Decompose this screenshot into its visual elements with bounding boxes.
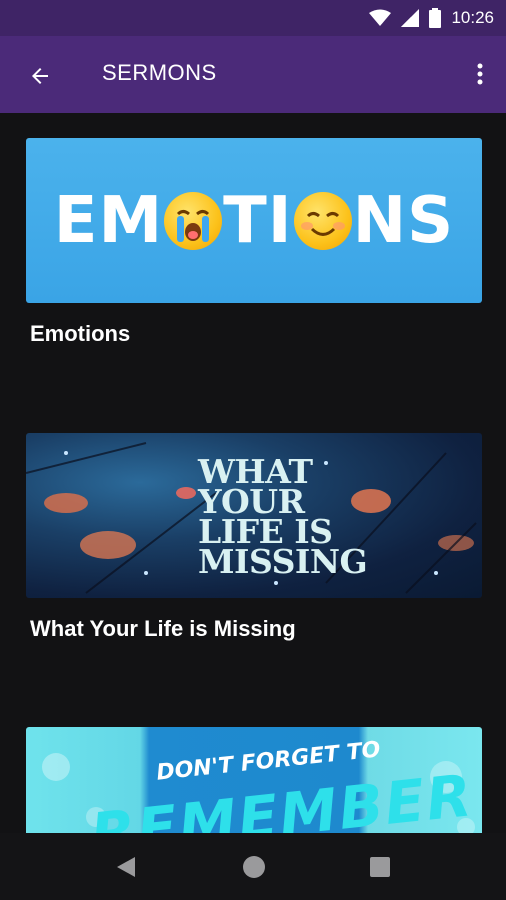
- more-options-button[interactable]: [468, 56, 492, 92]
- page-title: SERMONS: [102, 60, 217, 85]
- banner-text-part: NS: [352, 183, 455, 258]
- nav-recents-button[interactable]: [366, 853, 394, 881]
- signal-icon: [401, 9, 420, 27]
- sermon-title: Emotions: [30, 321, 131, 346]
- back-button[interactable]: [20, 58, 60, 94]
- system-nav-bar: [0, 833, 506, 900]
- sermon-list: EM TI NS Emotions WHAT YOUR LIFE IS MISS…: [0, 113, 506, 833]
- more-vert-icon: [477, 62, 483, 86]
- smiling-face-icon: [293, 191, 352, 250]
- missing-banner-text: WHAT YOUR LIFE IS MISSING: [198, 455, 368, 581]
- crying-face-icon: [164, 191, 223, 250]
- status-icons: 10:26: [369, 0, 494, 36]
- emotions-banner-art: EM TI NS: [54, 184, 455, 258]
- sermon-banner-missing: WHAT YOUR LIFE IS MISSING: [26, 433, 482, 598]
- sermon-banner-remember: DON'T FORGET TO REMEMBER: [26, 727, 482, 833]
- square-recents-icon: [369, 856, 391, 878]
- sermon-card-what-your-life-is-missing[interactable]: WHAT YOUR LIFE IS MISSING What Your Life…: [26, 433, 482, 642]
- nav-back-button[interactable]: [112, 853, 140, 881]
- triangle-back-icon: [115, 855, 137, 879]
- nav-home-button[interactable]: [240, 853, 268, 881]
- status-bar: 10:26: [0, 0, 506, 36]
- banner-line: MISSING: [198, 542, 368, 581]
- wifi-icon: [369, 9, 392, 27]
- banner-text-part: TI: [223, 183, 293, 258]
- banner-text-part: EM: [53, 183, 164, 258]
- app-bar: SERMONS: [0, 36, 506, 113]
- sermon-card-emotions[interactable]: EM TI NS Emotions: [26, 138, 482, 347]
- circle-home-icon: [242, 855, 266, 879]
- sermon-card-dont-forget-to-remember[interactable]: DON'T FORGET TO REMEMBER: [26, 727, 482, 833]
- battery-icon: [429, 8, 442, 28]
- sermon-title: What Your Life is Missing: [30, 616, 296, 641]
- status-time: 10:26: [451, 8, 494, 27]
- arrow-back-icon: [28, 64, 52, 88]
- sermon-banner-emotions: EM TI NS: [26, 138, 482, 303]
